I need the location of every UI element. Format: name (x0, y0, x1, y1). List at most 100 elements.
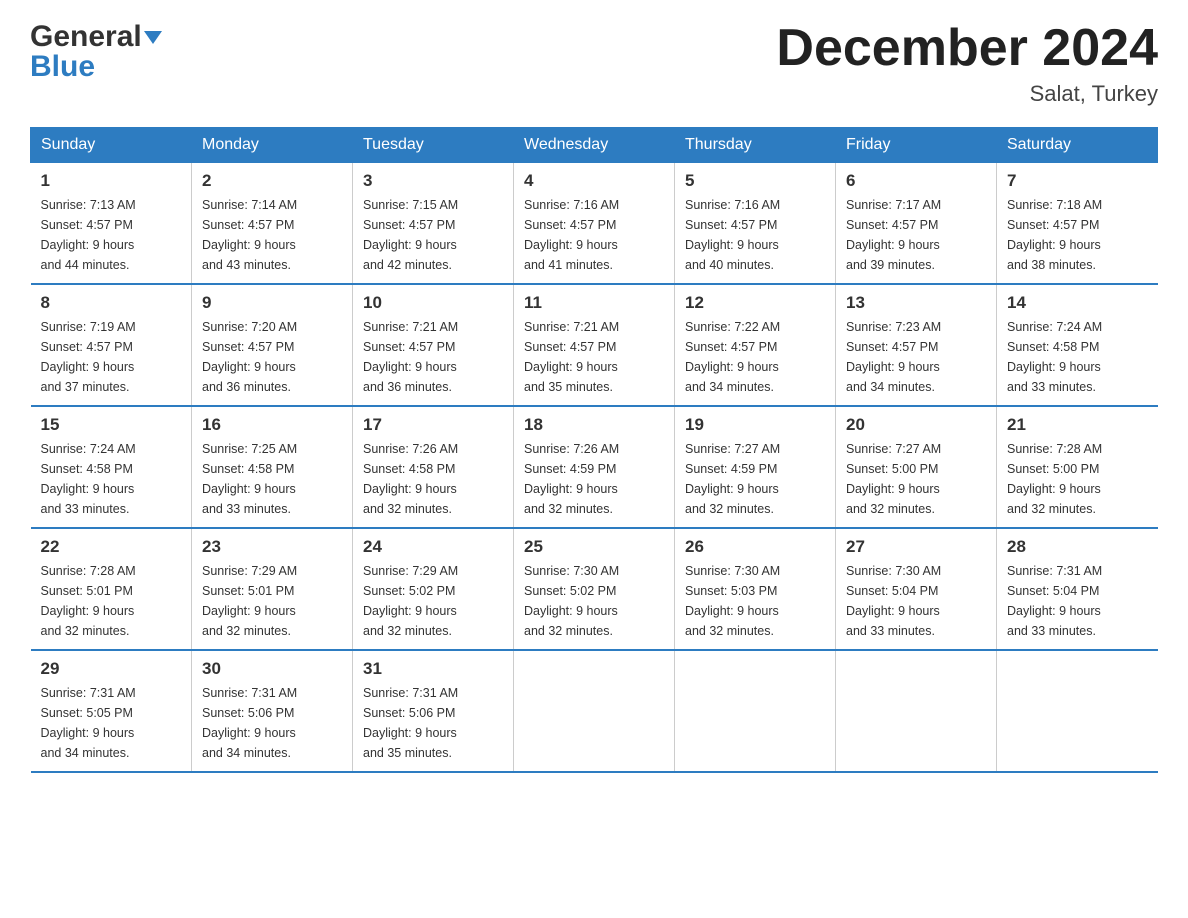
day-number: 24 (363, 537, 503, 557)
day-info: Sunrise: 7:27 AMSunset: 4:59 PMDaylight:… (685, 439, 825, 519)
table-row (836, 650, 997, 772)
logo-blue-text: Blue (30, 50, 162, 84)
table-row: 16 Sunrise: 7:25 AMSunset: 4:58 PMDayligh… (192, 406, 353, 528)
day-info: Sunrise: 7:25 AMSunset: 4:58 PMDaylight:… (202, 439, 342, 519)
day-number: 5 (685, 171, 825, 191)
day-number: 15 (41, 415, 182, 435)
table-row: 15 Sunrise: 7:24 AMSunset: 4:58 PMDayligh… (31, 406, 192, 528)
day-number: 27 (846, 537, 986, 557)
day-number: 23 (202, 537, 342, 557)
calendar-header-row: Sunday Monday Tuesday Wednesday Thursday… (31, 128, 1158, 163)
day-info: Sunrise: 7:22 AMSunset: 4:57 PMDaylight:… (685, 317, 825, 397)
day-info: Sunrise: 7:30 AMSunset: 5:04 PMDaylight:… (846, 561, 986, 641)
day-info: Sunrise: 7:31 AMSunset: 5:06 PMDaylight:… (202, 683, 342, 763)
day-info: Sunrise: 7:14 AMSunset: 4:57 PMDaylight:… (202, 195, 342, 275)
day-number: 20 (846, 415, 986, 435)
day-info: Sunrise: 7:21 AMSunset: 4:57 PMDaylight:… (524, 317, 664, 397)
col-sunday: Sunday (31, 128, 192, 163)
day-number: 9 (202, 293, 342, 313)
calendar-week-row: 29Sunrise: 7:31 AMSunset: 5:05 PMDayligh… (31, 650, 1158, 772)
day-info: Sunrise: 7:31 AMSunset: 5:06 PMDaylight:… (363, 683, 503, 763)
logo-arrow-icon (144, 31, 162, 44)
day-info: Sunrise: 7:28 AMSunset: 5:01 PMDaylight:… (41, 561, 182, 641)
table-row: 8 Sunrise: 7:19 AMSunset: 4:57 PMDaylight… (31, 284, 192, 406)
day-number: 1 (41, 171, 182, 191)
day-info: Sunrise: 7:18 AMSunset: 4:57 PMDaylight:… (1007, 195, 1148, 275)
table-row: 22 Sunrise: 7:28 AMSunset: 5:01 PMDayligh… (31, 528, 192, 650)
day-info: Sunrise: 7:24 AMSunset: 4:58 PMDaylight:… (41, 439, 182, 519)
day-info: Sunrise: 7:21 AMSunset: 4:57 PMDaylight:… (363, 317, 503, 397)
table-row: 26 Sunrise: 7:30 AMSunset: 5:03 PMDayligh… (675, 528, 836, 650)
day-info: Sunrise: 7:23 AMSunset: 4:57 PMDaylight:… (846, 317, 986, 397)
location-label: Salat, Turkey (776, 81, 1158, 107)
table-row: 2Sunrise: 7:14 AMSunset: 4:57 PMDaylight… (192, 163, 353, 285)
day-number: 31 (363, 659, 503, 679)
table-row: 3Sunrise: 7:15 AMSunset: 4:57 PMDaylight… (353, 163, 514, 285)
table-row: 11 Sunrise: 7:21 AMSunset: 4:57 PMDayligh… (514, 284, 675, 406)
day-number: 30 (202, 659, 342, 679)
table-row: 10 Sunrise: 7:21 AMSunset: 4:57 PMDayligh… (353, 284, 514, 406)
table-row: 29Sunrise: 7:31 AMSunset: 5:05 PMDayligh… (31, 650, 192, 772)
day-number: 11 (524, 293, 664, 313)
day-number: 21 (1007, 415, 1148, 435)
table-row: 6 Sunrise: 7:17 AMSunset: 4:57 PMDaylight… (836, 163, 997, 285)
day-info: Sunrise: 7:16 AMSunset: 4:57 PMDaylight:… (685, 195, 825, 275)
day-number: 10 (363, 293, 503, 313)
day-info: Sunrise: 7:24 AMSunset: 4:58 PMDaylight:… (1007, 317, 1148, 397)
table-row: 13 Sunrise: 7:23 AMSunset: 4:57 PMDayligh… (836, 284, 997, 406)
table-row: 25Sunrise: 7:30 AMSunset: 5:02 PMDayligh… (514, 528, 675, 650)
calendar-week-row: 8 Sunrise: 7:19 AMSunset: 4:57 PMDaylight… (31, 284, 1158, 406)
table-row: 21Sunrise: 7:28 AMSunset: 5:00 PMDayligh… (997, 406, 1158, 528)
table-row: 14 Sunrise: 7:24 AMSunset: 4:58 PMDayligh… (997, 284, 1158, 406)
day-info: Sunrise: 7:27 AMSunset: 5:00 PMDaylight:… (846, 439, 986, 519)
col-thursday: Thursday (675, 128, 836, 163)
month-title: December 2024 (776, 20, 1158, 77)
day-info: Sunrise: 7:20 AMSunset: 4:57 PMDaylight:… (202, 317, 342, 397)
col-wednesday: Wednesday (514, 128, 675, 163)
table-row: 24 Sunrise: 7:29 AMSunset: 5:02 PMDayligh… (353, 528, 514, 650)
table-row: 20 Sunrise: 7:27 AMSunset: 5:00 PMDayligh… (836, 406, 997, 528)
col-saturday: Saturday (997, 128, 1158, 163)
day-number: 28 (1007, 537, 1148, 557)
table-row: 19 Sunrise: 7:27 AMSunset: 4:59 PMDayligh… (675, 406, 836, 528)
day-info: Sunrise: 7:19 AMSunset: 4:57 PMDaylight:… (41, 317, 182, 397)
table-row: 4 Sunrise: 7:16 AMSunset: 4:57 PMDaylight… (514, 163, 675, 285)
table-row: 18 Sunrise: 7:26 AMSunset: 4:59 PMDayligh… (514, 406, 675, 528)
day-info: Sunrise: 7:17 AMSunset: 4:57 PMDaylight:… (846, 195, 986, 275)
day-number: 7 (1007, 171, 1148, 191)
day-info: Sunrise: 7:16 AMSunset: 4:57 PMDaylight:… (524, 195, 664, 275)
table-row: 1Sunrise: 7:13 AMSunset: 4:57 PMDaylight… (31, 163, 192, 285)
logo-general-text: General (30, 20, 142, 54)
table-row: 30 Sunrise: 7:31 AMSunset: 5:06 PMDayligh… (192, 650, 353, 772)
table-row (997, 650, 1158, 772)
title-area: December 2024 Salat, Turkey (776, 20, 1158, 107)
table-row: 31 Sunrise: 7:31 AMSunset: 5:06 PMDayligh… (353, 650, 514, 772)
table-row (514, 650, 675, 772)
day-number: 18 (524, 415, 664, 435)
day-number: 13 (846, 293, 986, 313)
calendar-table: Sunday Monday Tuesday Wednesday Thursday… (30, 127, 1158, 773)
day-number: 29 (41, 659, 182, 679)
table-row: 27 Sunrise: 7:30 AMSunset: 5:04 PMDayligh… (836, 528, 997, 650)
day-number: 22 (41, 537, 182, 557)
day-info: Sunrise: 7:15 AMSunset: 4:57 PMDaylight:… (363, 195, 503, 275)
table-row: 7 Sunrise: 7:18 AMSunset: 4:57 PMDaylight… (997, 163, 1158, 285)
calendar-week-row: 22 Sunrise: 7:28 AMSunset: 5:01 PMDayligh… (31, 528, 1158, 650)
day-number: 16 (202, 415, 342, 435)
table-row: 9 Sunrise: 7:20 AMSunset: 4:57 PMDaylight… (192, 284, 353, 406)
page-header: General Blue December 2024 Salat, Turkey (30, 20, 1158, 107)
day-number: 25 (524, 537, 664, 557)
day-number: 6 (846, 171, 986, 191)
day-info: Sunrise: 7:29 AMSunset: 5:02 PMDaylight:… (363, 561, 503, 641)
day-number: 19 (685, 415, 825, 435)
table-row: 5 Sunrise: 7:16 AMSunset: 4:57 PMDaylight… (675, 163, 836, 285)
day-info: Sunrise: 7:30 AMSunset: 5:03 PMDaylight:… (685, 561, 825, 641)
day-number: 14 (1007, 293, 1148, 313)
day-number: 4 (524, 171, 664, 191)
table-row: 17Sunrise: 7:26 AMSunset: 4:58 PMDayligh… (353, 406, 514, 528)
day-number: 8 (41, 293, 182, 313)
day-number: 26 (685, 537, 825, 557)
day-info: Sunrise: 7:26 AMSunset: 4:59 PMDaylight:… (524, 439, 664, 519)
logo: General Blue (30, 20, 162, 84)
col-friday: Friday (836, 128, 997, 163)
